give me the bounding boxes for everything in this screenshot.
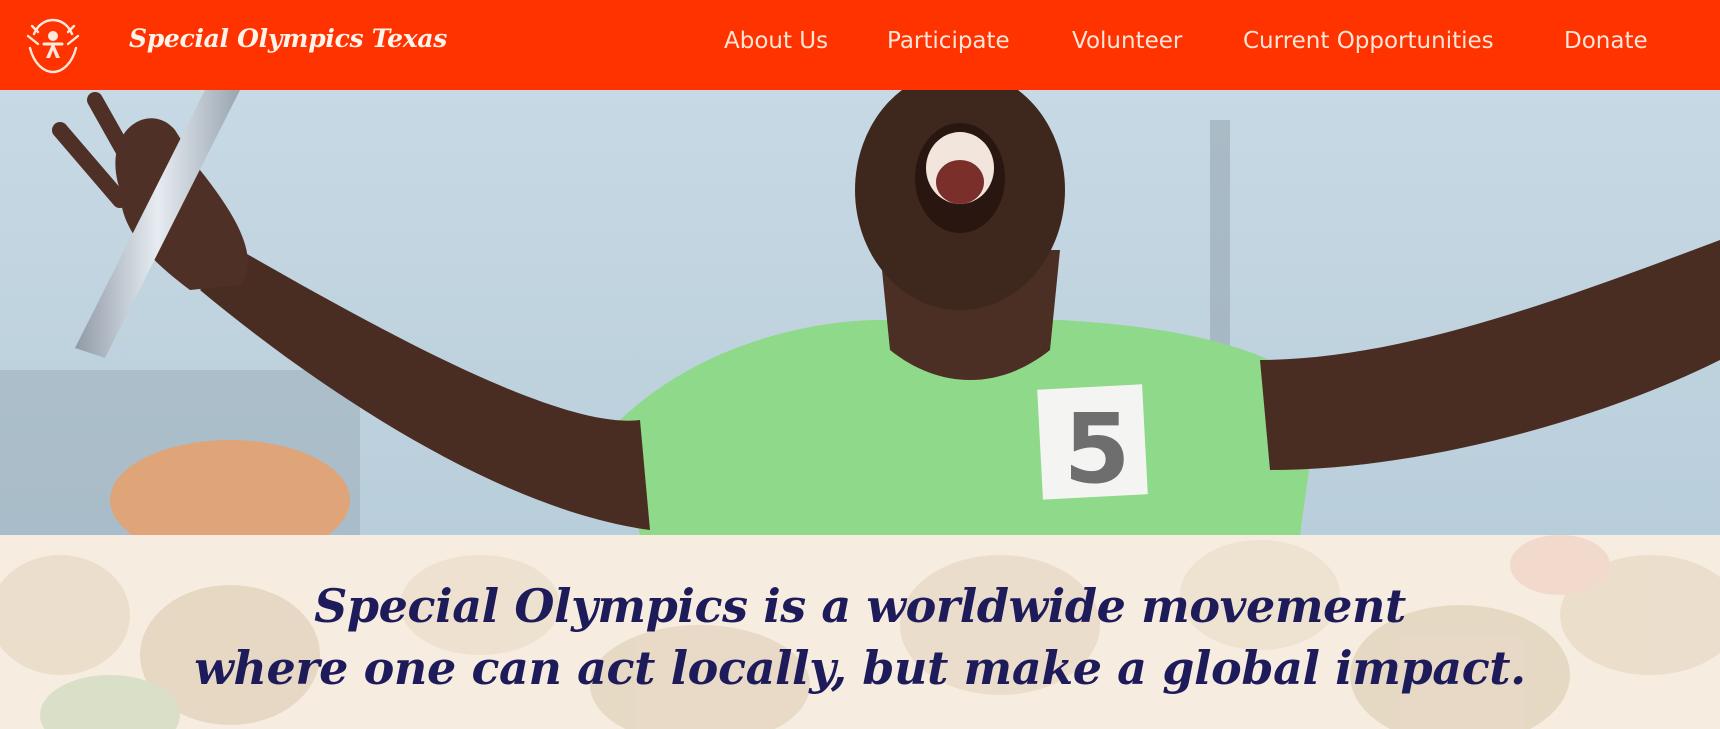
bib-number: 5 xyxy=(1064,393,1131,505)
mission-line-1: Special Olympics is a worldwide movement xyxy=(314,579,1406,633)
site-header: Special Olympics Texas About Us Particip… xyxy=(0,0,1720,90)
nav-donate[interactable]: Donate xyxy=(1564,28,1648,54)
special-olympics-figure-icon[interactable] xyxy=(24,14,82,76)
brand-name[interactable]: Special Olympics Texas xyxy=(129,24,447,53)
nav-participate[interactable]: Participate xyxy=(887,28,1010,54)
hero-image: 5 xyxy=(0,90,1720,535)
mission-heading: Special Olympics is a worldwide movement… xyxy=(0,575,1720,699)
nav-current-opportunities[interactable]: Current Opportunities xyxy=(1243,28,1494,54)
nav-about-us[interactable]: About Us xyxy=(724,28,828,54)
nav-volunteer[interactable]: Volunteer xyxy=(1072,28,1182,54)
mission-line-2: where one can act locally, but make a gl… xyxy=(194,641,1526,695)
mission-statement: Special Olympics is a worldwide movement… xyxy=(0,535,1720,729)
